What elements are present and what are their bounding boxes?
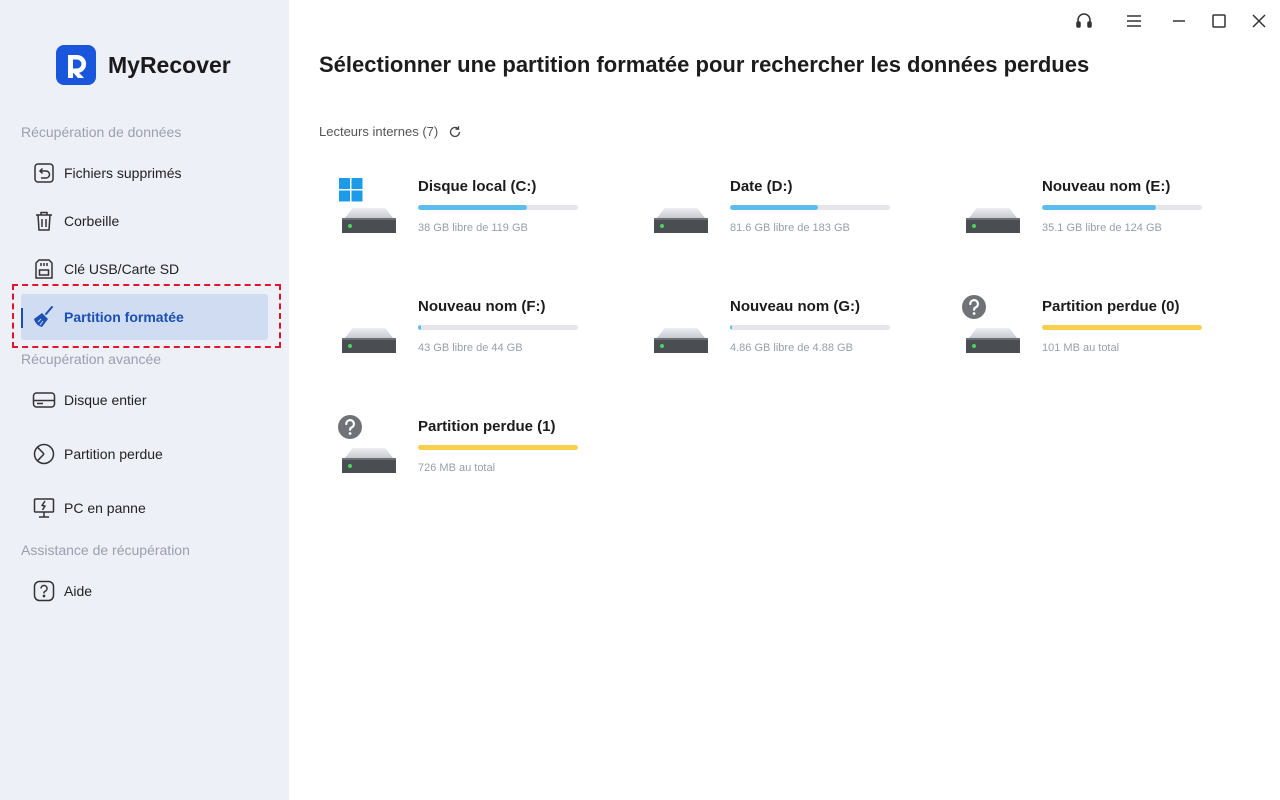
sidebar-item-help[interactable]: Aide — [21, 568, 268, 614]
drive-tile[interactable]: Nouveau nom (E:) 35.1 GB libre de 124 GB — [943, 178, 1223, 268]
usage-bar-fill — [418, 325, 422, 330]
drive-name: Nouveau nom (F:) — [418, 298, 546, 315]
drive-name: Disque local (C:) — [418, 178, 537, 195]
usage-bar — [1042, 205, 1202, 210]
drive-capacity: 38 GB libre de 119 GB — [418, 222, 528, 234]
sidebar-item-label: Partition perdue — [64, 446, 163, 462]
drive-name: Date (D:) — [730, 178, 793, 195]
sidebar-item-label: Disque entier — [64, 392, 147, 408]
lost-partition-icon — [338, 415, 399, 488]
drive-tile[interactable]: Date (D:) 81.6 GB libre de 183 GB — [631, 178, 911, 268]
drives-header: Lecteurs internes (7) — [319, 124, 462, 139]
app-name: MyRecover — [108, 51, 231, 78]
sidebar-item-label: Clé USB/Carte SD — [64, 261, 180, 277]
minimize-icon[interactable] — [1168, 10, 1190, 32]
menu-icon[interactable] — [1123, 10, 1145, 32]
broken-pc-icon — [32, 496, 56, 520]
drives-header-label: Lecteurs internes (7) — [319, 124, 439, 139]
sidebar-item-crashed-pc[interactable]: PC en panne — [21, 485, 268, 531]
trash-icon — [32, 209, 56, 233]
drive-capacity: 4.86 GB libre de 4.88 GB — [730, 342, 853, 354]
drive-capacity: 43 GB libre de 44 GB — [418, 342, 523, 354]
usage-bar-fill — [1042, 205, 1156, 210]
drive-name: Partition perdue (0) — [1042, 298, 1180, 315]
usage-bar — [730, 325, 890, 330]
usage-bar-fill — [730, 205, 818, 210]
drive-capacity: 101 MB au total — [1042, 342, 1120, 354]
usage-bar — [418, 325, 578, 330]
sidebar-item-usb-sd[interactable]: Clé USB/Carte SD — [21, 246, 268, 292]
drive-name: Nouveau nom (G:) — [730, 298, 860, 315]
sidebar-item-deleted-files[interactable]: Fichiers supprimés — [21, 150, 268, 196]
section-title-advanced-recovery: Récupération avancée — [21, 351, 162, 367]
hard-drive-icon — [651, 188, 711, 248]
drive-capacity: 81.6 GB libre de 183 GB — [730, 222, 850, 234]
drive-tile[interactable]: Partition perdue (1) 726 MB au total — [319, 415, 599, 508]
support-icon[interactable] — [1073, 10, 1095, 32]
sidebar-item-lost-partition[interactable]: Partition perdue — [21, 431, 268, 477]
sd-card-icon — [32, 257, 56, 281]
sidebar-item-label: Fichiers supprimés — [64, 165, 182, 181]
broom-icon — [32, 305, 56, 329]
drive-name: Nouveau nom (E:) — [1042, 178, 1171, 195]
sidebar-item-label: Corbeille — [64, 213, 120, 229]
maximize-icon[interactable] — [1208, 10, 1230, 32]
drive-tile[interactable]: Nouveau nom (G:) 4.86 GB libre de 4.88 GB — [631, 298, 911, 388]
refresh-icon[interactable] — [448, 125, 462, 139]
page-title: Sélectionner une partition formatée pour… — [319, 52, 1090, 77]
usage-bar — [730, 205, 890, 210]
lost-partition-icon — [962, 295, 1023, 368]
drive-name: Partition perdue (1) — [418, 418, 556, 435]
sidebar-item-label: Aide — [64, 583, 93, 599]
sidebar-item-label: PC en panne — [64, 500, 146, 516]
hard-drive-icon — [651, 308, 711, 368]
sidebar-item-label: Partition formatée — [64, 309, 184, 325]
usage-bar-fill — [418, 445, 578, 450]
hard-drive-icon — [339, 308, 399, 368]
restore-icon — [32, 161, 56, 185]
disk-icon — [32, 388, 56, 412]
usage-bar-fill — [730, 325, 732, 330]
sidebar-item-whole-disk[interactable]: Disque entier — [21, 377, 268, 423]
drive-tile[interactable]: Partition perdue (0) 101 MB au total — [943, 295, 1223, 388]
usage-bar — [418, 445, 578, 450]
hard-drive-icon — [963, 188, 1023, 248]
system-drive-icon — [339, 178, 399, 248]
brand: MyRecover — [56, 45, 231, 85]
section-title-recovery-assistance: Assistance de récupération — [21, 542, 190, 558]
usage-bar — [418, 205, 578, 210]
pie-icon — [32, 442, 56, 466]
app-logo-icon — [56, 45, 96, 85]
usage-bar-fill — [1042, 325, 1202, 330]
section-title-data-recovery: Récupération de données — [21, 124, 182, 140]
help-icon — [32, 579, 56, 603]
drive-tile[interactable]: Nouveau nom (F:) 43 GB libre de 44 GB — [319, 298, 599, 388]
usage-bar-fill — [418, 205, 527, 210]
drive-capacity: 35.1 GB libre de 124 GB — [1042, 222, 1162, 234]
usage-bar — [1042, 325, 1202, 330]
sidebar-item-formatted-partition[interactable]: Partition formatée — [21, 294, 268, 340]
sidebar-item-recycle-bin[interactable]: Corbeille — [21, 198, 268, 244]
drive-capacity: 726 MB au total — [418, 462, 496, 474]
close-icon[interactable] — [1248, 10, 1270, 32]
drive-tile[interactable]: Disque local (C:) 38 GB libre de 119 GB — [319, 178, 599, 268]
sidebar: MyRecover Récupération de données Fichie… — [0, 0, 289, 800]
